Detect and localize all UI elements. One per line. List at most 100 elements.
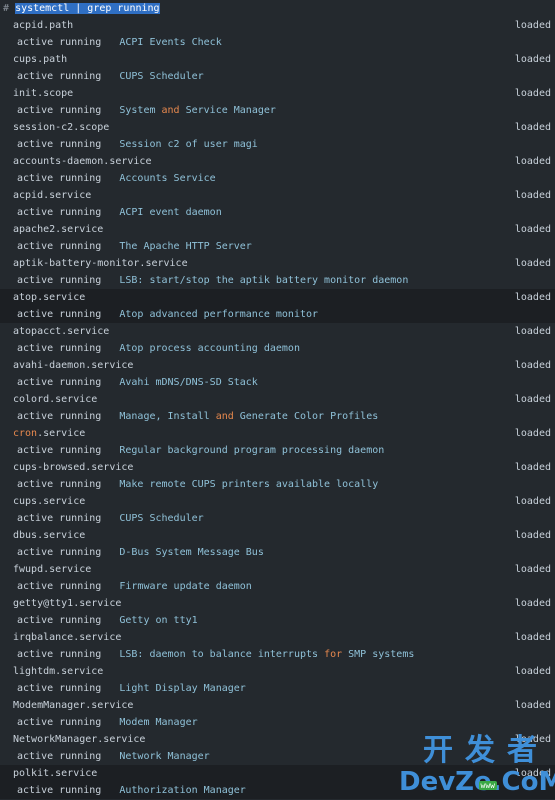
command-text[interactable]: systemctl | grep running <box>15 3 160 14</box>
unit-name: cups-browsed.service <box>13 462 134 473</box>
unit-name: acpid.service <box>13 190 92 201</box>
unit-name-row: NetworkManager.service loaded <box>0 731 555 748</box>
unit-status-row: active running The Apache HTTP Server <box>0 238 555 255</box>
active-state: active running <box>17 751 102 762</box>
unit-description-rest: Generate Color Profiles <box>233 411 379 422</box>
unit-name-row: accounts-daemon.service loaded <box>0 153 555 170</box>
unit-name-row: cups.service loaded <box>0 493 555 510</box>
unit-description: Accounts Service <box>119 173 216 184</box>
unit-status-row: active running Make remote CUPS printers… <box>0 476 555 493</box>
active-state: active running <box>17 547 102 558</box>
load-state: loaded <box>514 360 551 371</box>
unit-name: polkit.service <box>13 768 98 779</box>
load-state: loaded <box>514 224 551 235</box>
unit-name: atop.service <box>13 292 86 303</box>
unit-status-row: active running Avahi mDNS/DNS-SD Stack <box>0 374 555 391</box>
unit-status-row: active running Authorization Manager <box>0 782 555 799</box>
active-state: active running <box>17 377 102 388</box>
unit-status-row: active running LSB: start/stop the aptik… <box>0 272 555 289</box>
active-state: active running <box>17 411 102 422</box>
unit-description: Avahi mDNS/DNS-SD Stack <box>119 377 258 388</box>
unit-name: dbus.service <box>13 530 86 541</box>
unit-status-row: active running ACPI Events Check <box>0 34 555 51</box>
unit-name-row: cron.service loaded <box>0 425 555 442</box>
column-gap <box>101 377 119 388</box>
load-state: loaded <box>514 666 551 677</box>
unit-description: LSB: daemon to balance interrupts <box>119 649 325 660</box>
unit-description: The Apache HTTP Server <box>119 241 252 252</box>
load-state: loaded <box>514 462 551 473</box>
unit-status-row: active running CUPS Scheduler <box>0 510 555 527</box>
column-gap <box>101 717 119 728</box>
unit-name-row: irqbalance.service loaded <box>0 629 555 646</box>
unit-description: CUPS Scheduler <box>119 513 204 524</box>
unit-name: cups.service <box>13 496 86 507</box>
unit-list: acpid.path loaded active running ACPI Even… <box>0 17 555 799</box>
unit-name-row: acpid.service loaded <box>0 187 555 204</box>
active-state: active running <box>17 105 102 116</box>
unit-status-row: active running Atop process accounting d… <box>0 340 555 357</box>
unit-status-row: active running CUPS Scheduler <box>0 68 555 85</box>
unit-status-row: active running Light Display Manager <box>0 680 555 697</box>
load-state: loaded <box>514 20 551 31</box>
unit-name: fwupd.service <box>13 564 92 575</box>
description-keyword: for <box>324 649 343 660</box>
load-state: loaded <box>514 496 551 507</box>
load-state: loaded <box>514 632 551 643</box>
column-gap <box>101 445 119 456</box>
column-gap <box>101 275 119 286</box>
active-state: active running <box>17 513 102 524</box>
unit-name: cups.path <box>13 54 68 65</box>
unit-description: Session c2 of user magi <box>119 139 258 150</box>
unit-status-row: active running Manage, Install and Gener… <box>0 408 555 425</box>
terminal-window[interactable]: # systemctl | grep running acpid.path loa… <box>0 0 555 799</box>
active-state: active running <box>17 649 102 660</box>
unit-description: Authorization Manager <box>119 785 246 796</box>
unit-name-row: cups.path loaded <box>0 51 555 68</box>
unit-description: Regular background program processing da… <box>119 445 385 456</box>
unit-description: LSB: start/stop the aptik battery monito… <box>119 275 409 286</box>
column-gap <box>101 343 119 354</box>
column-gap <box>101 785 119 796</box>
load-state: loaded <box>514 190 551 201</box>
unit-name: colord.service <box>13 394 98 405</box>
unit-status-row: active running Session c2 of user magi <box>0 136 555 153</box>
unit-name: accounts-daemon.service <box>13 156 152 167</box>
unit-name-row: session-c2.scope loaded <box>0 119 555 136</box>
unit-name: init.scope <box>13 88 74 99</box>
unit-name: getty@tty1.service <box>13 598 122 609</box>
unit-description: Getty on tty1 <box>119 615 198 626</box>
column-gap <box>101 581 119 592</box>
load-state: loaded <box>514 54 551 65</box>
column-gap <box>101 241 119 252</box>
unit-description: Manage, Install <box>119 411 216 422</box>
active-state: active running <box>17 139 102 150</box>
command-line: # systemctl | grep running <box>0 0 555 17</box>
unit-name: session-c2.scope <box>13 122 110 133</box>
unit-name-row: cups-browsed.service loaded <box>0 459 555 476</box>
unit-description: CUPS Scheduler <box>119 71 204 82</box>
load-state: loaded <box>514 326 551 337</box>
unit-status-row: active running Regular background progra… <box>0 442 555 459</box>
unit-status-row: active running ACPI event daemon <box>0 204 555 221</box>
description-keyword: and <box>215 411 234 422</box>
unit-name-highlight: cron <box>13 428 38 439</box>
load-state: loaded <box>514 768 551 779</box>
unit-name-row: apache2.service loaded <box>0 221 555 238</box>
unit-name-row: atopacct.service loaded <box>0 323 555 340</box>
prompt-symbol: # <box>3 3 10 14</box>
unit-description: ACPI event daemon <box>119 207 222 218</box>
unit-name: NetworkManager.service <box>13 734 146 745</box>
unit-name-row: lightdm.service loaded <box>0 663 555 680</box>
load-state: loaded <box>514 700 551 711</box>
active-state: active running <box>17 717 102 728</box>
load-state: loaded <box>514 564 551 575</box>
column-gap <box>101 513 119 524</box>
unit-status-row: active running System and Service Manage… <box>0 102 555 119</box>
description-keyword: and <box>161 105 180 116</box>
unit-name-row: ModemManager.service loaded <box>0 697 555 714</box>
unit-name-row: acpid.path loaded <box>0 17 555 34</box>
unit-description: Firmware update daemon <box>119 581 252 592</box>
unit-description: D-Bus System Message Bus <box>119 547 264 558</box>
column-gap <box>101 173 119 184</box>
